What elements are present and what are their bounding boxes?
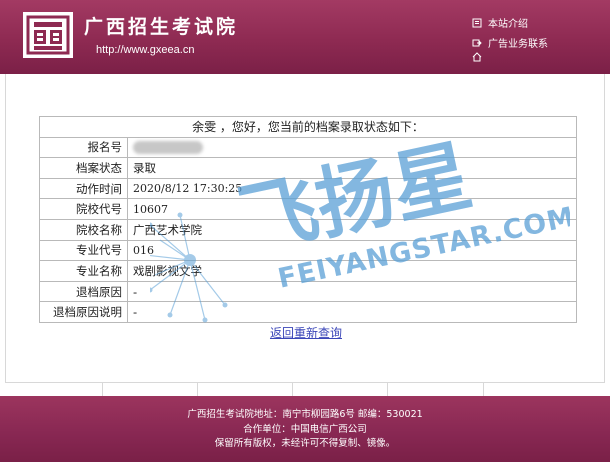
redacted-block xyxy=(133,141,203,155)
row-value: 10607 xyxy=(127,198,577,220)
table-row: 院校代号 10607 xyxy=(39,198,577,220)
site-logo[interactable] xyxy=(23,12,73,58)
table-row: 专业代号 016 xyxy=(39,239,577,262)
row-label: 动作时间 xyxy=(39,177,128,200)
row-label: 报名号 xyxy=(39,136,128,159)
table-row: 退档原因说明 - xyxy=(39,301,577,323)
row-label: 退档原因 xyxy=(39,280,128,303)
row-label: 专业代号 xyxy=(39,239,128,262)
row-label: 院校名称 xyxy=(39,218,128,241)
row-value: 广西艺术学院 xyxy=(127,218,577,241)
row-label: 专业名称 xyxy=(39,260,128,282)
row-value: 016 xyxy=(127,239,577,262)
site-footer: 广西招生考试院地址：南宁市柳园路6号 邮编：530021 合作单位：中国电信广西… xyxy=(0,396,610,462)
site-header: 广西招生考试院 http://www.gxeea.cn 本站介绍 广告业务联系 xyxy=(0,0,610,74)
table-row: 院校名称 广西艺术学院 xyxy=(39,218,577,241)
house-icon xyxy=(472,52,482,62)
row-label: 档案状态 xyxy=(39,157,128,179)
nav-about-link[interactable]: 本站介绍 xyxy=(472,15,528,30)
table-row: 报名号 xyxy=(39,136,577,159)
nav-ads-label: 广告业务联系 xyxy=(488,39,548,50)
row-label: 退档原因说明 xyxy=(39,301,128,323)
footer-address: 广西招生考试院地址：南宁市柳园路6号 邮编：530021 xyxy=(187,409,423,420)
row-value: - xyxy=(127,301,577,323)
table-heading-row: 余雯 ，您好，您当前的档案录取状态如下： xyxy=(39,116,577,138)
site-title: 广西招生考试院 xyxy=(84,16,239,38)
bottom-divider-strip xyxy=(5,382,605,397)
contact-icon xyxy=(472,39,482,46)
home-icon xyxy=(472,18,482,27)
row-value: 2020/8/12 17:30:25 xyxy=(127,177,577,200)
table-row: 退档原因 - xyxy=(39,280,577,303)
nav-home-link[interactable] xyxy=(472,52,482,62)
nav-about-label: 本站介绍 xyxy=(488,19,528,30)
greeting-heading: 余雯 ，您好，您当前的档案录取状态如下： xyxy=(39,116,577,138)
row-value: 戏剧影视文学 xyxy=(127,260,577,282)
row-label: 院校代号 xyxy=(39,198,128,220)
admission-status-table: 余雯 ，您好，您当前的档案录取状态如下： 报名号 档案状态 录取 动作时间 20… xyxy=(39,116,577,323)
footer-copyright: 保留所有版权，未经许可不得复制、镜像。 xyxy=(214,438,396,449)
footer-partner: 合作单位：中国电信广西公司 xyxy=(243,424,367,435)
nav-ads-link[interactable]: 广告业务联系 xyxy=(472,35,548,50)
main-content: 余雯 ，您好，您当前的档案录取状态如下： 报名号 档案状态 录取 动作时间 20… xyxy=(5,74,605,382)
table-row: 动作时间 2020/8/12 17:30:25 xyxy=(39,177,577,200)
logo-emblem-icon xyxy=(25,14,71,56)
requery-link[interactable]: 返回重新查询 xyxy=(6,324,606,341)
row-value: - xyxy=(127,280,577,303)
site-url: http://www.gxeea.cn xyxy=(96,44,195,56)
table-row: 专业名称 戏剧影视文学 xyxy=(39,260,577,282)
table-row: 档案状态 录取 xyxy=(39,157,577,179)
row-value: 录取 xyxy=(127,157,577,179)
registration-number-value xyxy=(127,136,577,159)
